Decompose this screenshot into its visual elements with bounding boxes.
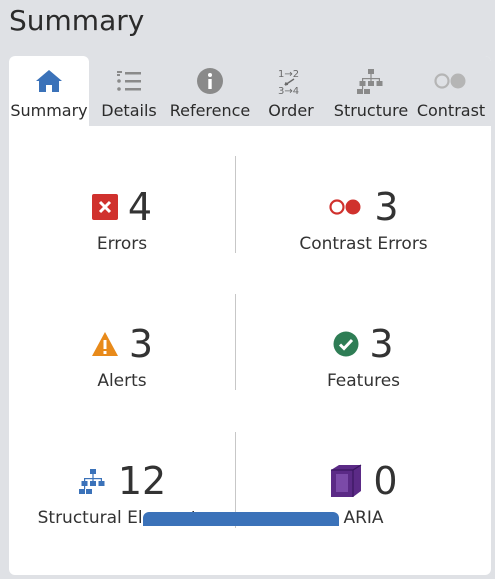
summary-grid: 4 Errors 3 Contrast Errors 3 Alerts 3 Fe… [9, 126, 491, 575]
alert-icon [91, 332, 118, 356]
bottom-action-button[interactable] [143, 512, 339, 526]
svg-text:1→2: 1→2 [278, 69, 299, 80]
tab-label: Summary [10, 101, 88, 120]
tab-label: Reference [169, 101, 251, 120]
features-label: Features [326, 371, 401, 391]
svg-text:3→4: 3→4 [278, 86, 299, 96]
summary-panel: Summary Details Reference 1→2 3→4 Order … [9, 56, 491, 575]
errors-label: Errors [96, 234, 148, 254]
tab-structure[interactable]: Structure [331, 56, 411, 126]
tab-order[interactable]: 1→2 3→4 Order [251, 56, 331, 126]
aria-count: 0 [373, 459, 398, 503]
info-icon [196, 65, 224, 97]
tab-label: Structure [333, 101, 409, 120]
structure-icon [356, 65, 386, 97]
features-summary[interactable]: 3 Features [236, 319, 491, 439]
tab-contrast[interactable]: Contrast [411, 56, 491, 126]
features-count: 3 [369, 322, 394, 366]
contrast-errors-label: Contrast Errors [299, 234, 428, 254]
order-icon: 1→2 3→4 [276, 65, 306, 97]
contrast-error-icon [329, 199, 361, 215]
structural-count: 12 [117, 459, 167, 503]
list-icon [115, 65, 143, 97]
tab-label: Contrast [416, 101, 486, 120]
contrast-errors-count: 3 [374, 185, 399, 229]
page-title: Summary [9, 4, 145, 37]
tab-label: Order [268, 101, 314, 120]
home-icon [35, 65, 63, 97]
contrast-errors-summary[interactable]: 3 Contrast Errors [236, 182, 491, 302]
alerts-summary[interactable]: 3 Alerts [9, 319, 235, 439]
tab-bar: Summary Details Reference 1→2 3→4 Order … [9, 56, 491, 126]
error-icon [91, 194, 118, 220]
tab-reference[interactable]: Reference [169, 56, 251, 126]
aria-cube-icon [331, 464, 362, 497]
errors-summary[interactable]: 4 Errors [9, 182, 235, 302]
structure-icon [78, 469, 105, 494]
aria-label: ARIA [343, 508, 384, 528]
alerts-label: Alerts [97, 371, 147, 391]
tab-summary[interactable]: Summary [9, 56, 89, 126]
errors-count: 4 [127, 185, 153, 229]
alerts-count: 3 [128, 322, 154, 366]
contrast-icon [433, 65, 469, 97]
tab-details[interactable]: Details [89, 56, 169, 126]
feature-check-icon [333, 331, 359, 357]
tab-label: Details [101, 101, 157, 120]
